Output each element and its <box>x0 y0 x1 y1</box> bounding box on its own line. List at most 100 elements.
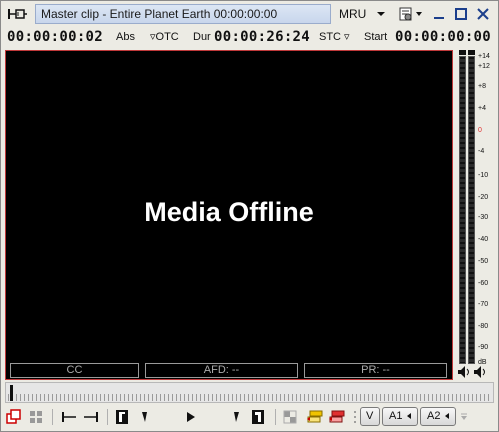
meter-segment <box>469 329 474 332</box>
meter-segment <box>460 244 465 247</box>
meter-segment <box>460 239 465 242</box>
meter-segment <box>469 114 474 117</box>
meter-segment <box>469 174 474 177</box>
meter-scale-label: -80 <box>478 323 489 331</box>
toggle-source-record-icon[interactable] <box>5 407 23 427</box>
go-to-out-icon[interactable] <box>81 407 101 427</box>
meter-segment <box>469 289 474 292</box>
meter-scale-label: -10 <box>478 171 489 179</box>
meter-segment <box>469 229 474 232</box>
meter-segment <box>469 269 474 272</box>
step-back-icon[interactable] <box>138 407 152 427</box>
meter-scale-label: -90 <box>478 344 489 352</box>
meter-segment <box>460 94 465 97</box>
meter-segment <box>460 309 465 312</box>
meter-segment <box>460 319 465 322</box>
meter-segment <box>469 124 474 127</box>
position-bar[interactable] <box>5 382 494 403</box>
dots-icon <box>351 407 359 427</box>
mark-out-icon[interactable] <box>249 407 267 427</box>
grid-icon[interactable] <box>27 407 45 427</box>
meter-segment <box>460 84 465 87</box>
close-icon[interactable] <box>475 5 491 23</box>
meter-segment <box>460 189 465 192</box>
meter-segment <box>469 159 474 162</box>
meter-segment <box>460 279 465 282</box>
meter-segment <box>460 304 465 307</box>
meter-segment <box>469 334 474 337</box>
go-to-in-icon[interactable] <box>59 407 79 427</box>
meter-segment <box>469 294 474 297</box>
meter-segment <box>469 169 474 172</box>
splice-in-icon[interactable] <box>305 407 325 427</box>
play-icon[interactable] <box>181 407 201 427</box>
meter-segment <box>460 249 465 252</box>
audio-meter: +14 +12 +8 +4 0 -4 -10 -20 -30 -40 -50 -60 -70 -80 -90… <box>456 50 498 380</box>
meter-segment <box>460 154 465 157</box>
match-frame-icon[interactable] <box>281 407 299 427</box>
meter-segment <box>469 309 474 312</box>
meter-segment <box>469 359 474 362</box>
meter-channel-right <box>468 56 475 364</box>
meter-segment <box>469 319 474 322</box>
minimize-icon[interactable] <box>431 5 447 23</box>
meter-segment <box>460 229 465 232</box>
meter-segment <box>469 259 474 262</box>
meter-segment <box>460 329 465 332</box>
meter-segment <box>469 149 474 152</box>
mru-dropdown[interactable]: MRU <box>339 6 389 22</box>
track-v-button[interactable]: V <box>360 407 380 426</box>
overwrite-icon[interactable] <box>327 407 347 427</box>
meter-segment <box>460 334 465 337</box>
mark-in-icon[interactable] <box>113 407 131 427</box>
meter-segment <box>469 234 474 237</box>
step-forward-icon[interactable] <box>229 407 243 427</box>
track-a2-button[interactable]: A2 <box>420 407 456 426</box>
meter-segment <box>469 354 474 357</box>
meter-segment <box>469 129 474 132</box>
meter-segment <box>460 314 465 317</box>
meter-segment <box>460 169 465 172</box>
expand-tracks-icon[interactable] <box>459 407 469 427</box>
meter-segment <box>460 294 465 297</box>
pin-icon[interactable] <box>5 5 31 23</box>
track-a1-button[interactable]: A1 <box>382 407 418 426</box>
position-mode[interactable]: Abs <box>116 28 135 47</box>
clip-title[interactable]: Master clip - Entire Planet Earth 00:00:… <box>35 4 331 24</box>
meter-segment <box>460 114 465 117</box>
position-timecode[interactable]: 00:00:00:02 <box>7 28 103 47</box>
meter-segment <box>469 84 474 87</box>
meter-segment <box>460 204 465 207</box>
dur-label: Dur <box>193 31 211 43</box>
stc-menu[interactable]: STC ▿ <box>319 28 350 47</box>
meter-segment <box>460 144 465 147</box>
meter-scale-label: -60 <box>478 279 489 287</box>
meter-segment <box>469 99 474 102</box>
settings-menu-icon[interactable] <box>397 5 425 23</box>
meter-scale-label: -50 <box>478 257 489 265</box>
duration-timecode[interactable]: 00:00:26:24 <box>214 28 310 47</box>
otc-menu[interactable]: ▿OTC <box>150 28 179 47</box>
start-timecode[interactable]: 00:00:00:00 <box>395 28 491 47</box>
position-indicator[interactable] <box>10 385 13 401</box>
separator <box>52 409 53 425</box>
meter-segment <box>469 194 474 197</box>
meter-segment <box>460 109 465 112</box>
meter-segment <box>469 184 474 187</box>
afd-indicator: AFD: -- <box>145 363 298 378</box>
maximize-icon[interactable] <box>453 5 469 23</box>
cc-indicator: CC <box>10 363 139 378</box>
meter-segment <box>469 214 474 217</box>
meter-segment <box>460 269 465 272</box>
meter-segment <box>460 289 465 292</box>
meter-segment <box>469 59 474 62</box>
meter-segment <box>460 194 465 197</box>
meter-segment <box>469 324 474 327</box>
video-monitor[interactable]: Media Offline CC AFD: -- PR: -- <box>5 50 453 380</box>
meter-segment <box>469 74 474 77</box>
meter-segment <box>469 69 474 72</box>
meter-segment <box>469 339 474 342</box>
meter-scale-label: +8 <box>478 83 486 91</box>
separator <box>275 409 276 425</box>
meter-segment <box>460 124 465 127</box>
